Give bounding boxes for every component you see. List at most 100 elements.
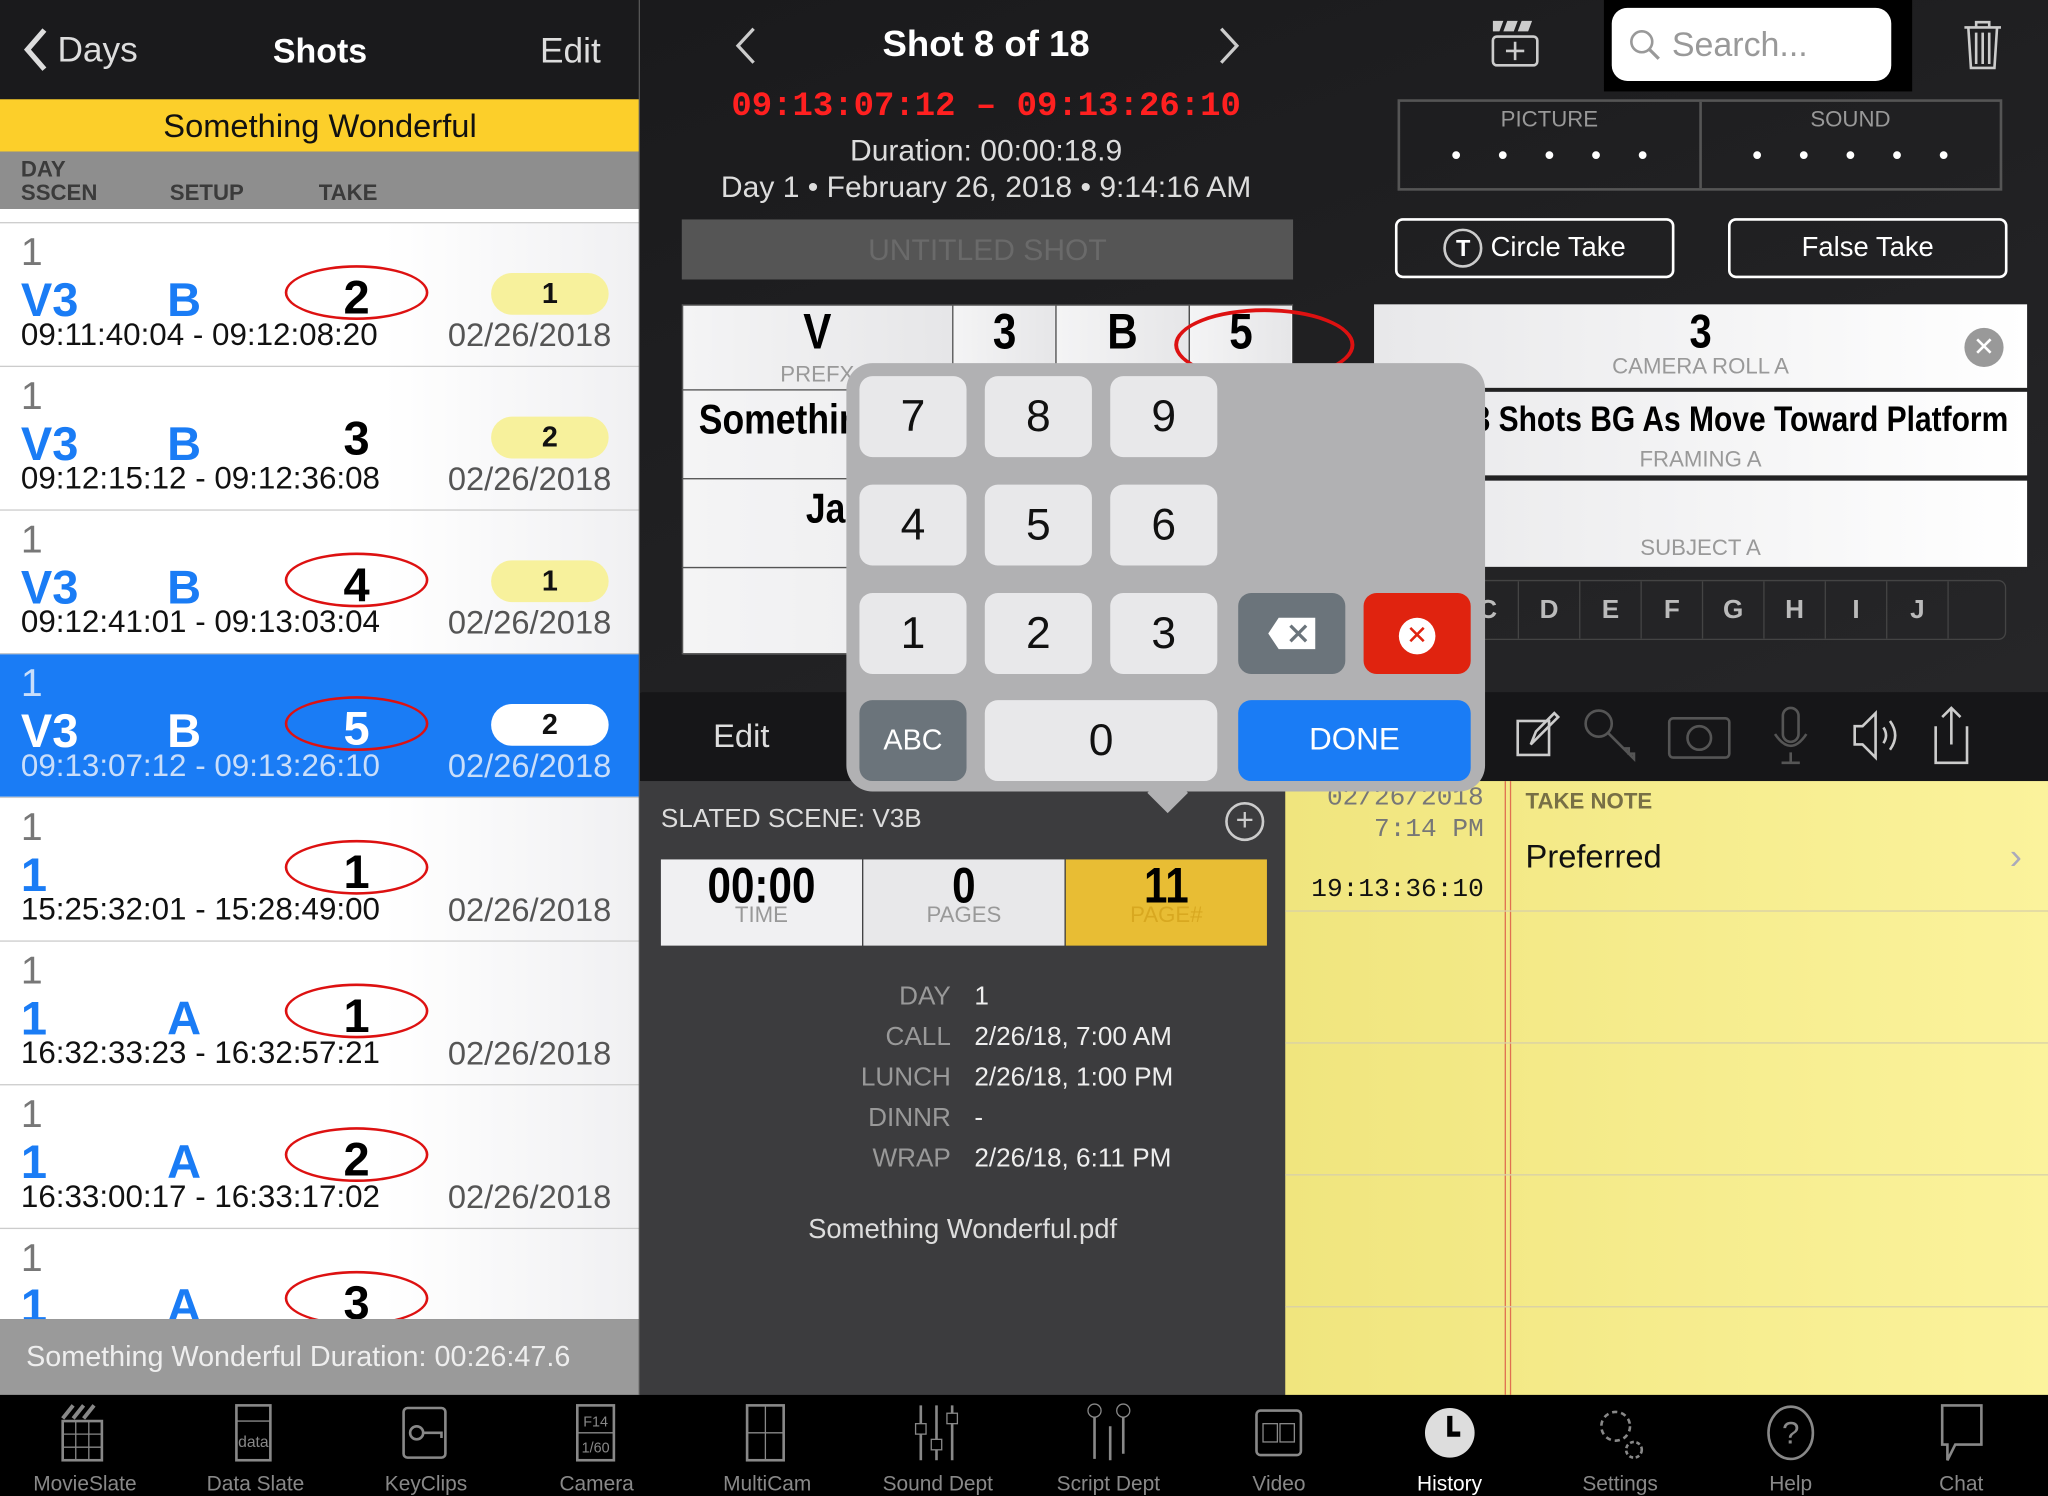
compose-icon[interactable] — [1515, 708, 1562, 760]
letter-key[interactable]: H — [1765, 581, 1826, 639]
shot-row[interactable]: 1 1 1 15:25:32:01 - 15:28:49:00 02/26/2018 — [0, 796, 640, 941]
key-9[interactable]: 9 — [1110, 376, 1218, 458]
shot-row[interactable]: 1 V3 B 5 09:13:07:12 - 09:13:26:10 02/26/2018… — [0, 653, 640, 797]
tab-label: KeyClips — [384, 1473, 468, 1496]
edit-notes-button[interactable]: Edit — [713, 718, 769, 756]
tab-label: Help — [1769, 1473, 1813, 1496]
add-icon[interactable]: + — [1225, 801, 1265, 842]
tab-keyclips[interactable]: KeyClips — [341, 1395, 511, 1496]
sound-rating[interactable]: SOUND ••••• — [1701, 102, 1999, 188]
microphone-icon[interactable] — [1771, 705, 1810, 765]
tab-help[interactable]: ? Help — [1706, 1395, 1876, 1496]
letter-key[interactable]: J — [1887, 581, 1949, 639]
circle-take-button[interactable]: T Circle Take — [1394, 218, 1675, 279]
key-0[interactable]: 0 — [984, 700, 1218, 782]
tab-video[interactable]: Video — [1194, 1395, 1364, 1496]
take-count-badge: 1 — [491, 272, 609, 315]
letter-key[interactable]: F — [1642, 581, 1704, 639]
tab-label: Sound Dept — [882, 1473, 993, 1496]
tab-label: MovieSlate — [33, 1473, 137, 1496]
key-icon[interactable] — [1580, 705, 1640, 765]
letter-key[interactable]: E — [1580, 581, 1642, 639]
shot-name-field[interactable]: UNTITLED SHOT — [681, 219, 1294, 280]
day-number: 1 — [20, 805, 43, 849]
key-7[interactable]: 7 — [859, 376, 967, 458]
duration: Duration: 00:00:18.9 — [849, 133, 1123, 168]
svg-text:1/60: 1/60 — [581, 1440, 609, 1456]
next-shot-icon[interactable] — [1217, 26, 1241, 65]
camera-icon[interactable] — [1667, 711, 1732, 761]
shot-row[interactable]: 1 V3 B 4 09:12:41:01 - 09:13:03:04 02/26/2018… — [0, 509, 640, 654]
note-label: TAKE NOTE — [1525, 788, 1653, 814]
script-file-link[interactable]: Something Wonderful.pdf — [640, 1215, 1285, 1246]
search-input[interactable]: Search... — [1611, 7, 1892, 81]
shot-row[interactable]: 1 V3 B 3 09:12:15:12 - 09:12:36:08 02/26/2018… — [0, 365, 640, 510]
tab-label: History — [1417, 1473, 1483, 1496]
tab-settings[interactable]: Settings — [1535, 1395, 1705, 1496]
shot-date: 02/26/2018 — [447, 604, 612, 642]
tab-history[interactable]: History — [1365, 1395, 1535, 1496]
share-icon[interactable] — [1930, 705, 1972, 765]
time-box[interactable]: 00:00 TIME — [660, 859, 863, 946]
take-number: 1 — [284, 983, 429, 1042]
tab-sound-dept[interactable]: Sound Dept — [853, 1395, 1023, 1496]
col-scene: SSCEN — [20, 180, 98, 206]
shot-row[interactable]: 1 1 A 2 16:33:00:17 - 16:33:17:02 02/26/2018 — [0, 1084, 640, 1228]
tab-label: Data Slate — [206, 1473, 305, 1496]
setup-label: A — [167, 1278, 202, 1320]
note-item[interactable]: Preferred › — [1526, 835, 2035, 891]
key-4[interactable]: 4 — [859, 484, 967, 566]
tab-data-slate[interactable]: data Data Slate — [171, 1395, 341, 1496]
shot-row[interactable]: 1 V3 B 2 09:11:40:04 - 09:12:08:20 02/26/2018… — [0, 222, 640, 366]
letter-key[interactable]: G — [1703, 581, 1765, 639]
day-number: 1 — [20, 949, 43, 993]
pages-box[interactable]: 0 PAGES — [863, 859, 1065, 946]
col-setup: SETUP — [169, 180, 244, 206]
take-number: 5 — [284, 696, 429, 755]
backspace-key[interactable] — [1238, 592, 1346, 674]
day-number: 1 — [20, 518, 43, 562]
done-key[interactable]: DONE — [1238, 700, 1471, 782]
tab-movieslate[interactable]: MovieSlate — [0, 1395, 170, 1496]
shot-date: 02/26/2018 — [447, 1035, 612, 1073]
key-1[interactable]: 1 — [859, 592, 967, 674]
production-banner: Something Wonderful — [0, 99, 640, 152]
letter-key[interactable]: D — [1519, 581, 1581, 639]
info-value: - — [974, 1103, 984, 1133]
abc-key[interactable]: ABC — [859, 700, 967, 782]
clear-icon[interactable]: ✕ — [1964, 327, 2004, 368]
tab-label: Chat — [1939, 1473, 1984, 1496]
picture-rating[interactable]: PICTURE ••••• — [1400, 101, 1702, 189]
chevron-right-icon: › — [2009, 835, 2022, 877]
shot-list[interactable]: 1 V3 B 2 09:11:40:04 - 09:12:08:20 02/26/2018… — [0, 208, 640, 1320]
tab-label: Settings — [1582, 1473, 1658, 1496]
help-icon: ? — [1706, 1395, 1876, 1471]
key-8[interactable]: 8 — [984, 376, 1092, 458]
tab-multicam[interactable]: MultiCam — [682, 1395, 852, 1496]
prev-shot-icon[interactable] — [734, 26, 758, 65]
edit-button[interactable]: Edit — [540, 31, 601, 71]
shot-row[interactable]: 11 A 3 — [0, 1227, 640, 1320]
day-number: 1 — [20, 1093, 43, 1137]
speaker-icon[interactable] — [1849, 708, 1904, 763]
add-shot-clapper-icon[interactable] — [1489, 18, 1541, 70]
key-3[interactable]: 3 — [1110, 592, 1218, 674]
tab-camera[interactable]: F14 1/60 Camera — [512, 1395, 682, 1496]
false-take-button[interactable]: False Take — [1727, 218, 2008, 279]
tab-script-dept[interactable]: Script Dept — [1023, 1395, 1193, 1496]
timecode-range: 09:13:07:12 - 09:13:26:10 — [20, 748, 380, 784]
trash-icon[interactable] — [1962, 18, 2004, 70]
key-2[interactable]: 2 — [984, 592, 1092, 674]
clear-key[interactable]: ✕ — [1363, 592, 1471, 674]
info-label: WRAP — [872, 1144, 951, 1173]
key-6[interactable]: 6 — [1110, 484, 1218, 566]
shot-row[interactable]: 1 1 A 1 16:32:33:23 - 16:32:57:21 02/26/2018 — [0, 940, 640, 1085]
timecode-range: 16:33:00:17 - 16:33:17:02 — [20, 1179, 380, 1215]
tab-chat[interactable]: Chat — [1876, 1395, 2046, 1496]
duration-footer: Something Wonderful Duration: 00:26:47.6 — [0, 1319, 640, 1395]
key-5[interactable]: 5 — [984, 484, 1092, 566]
scene-info-panel: SLATED SCENE: V3B + 00:00 TIME 0 PAGES 11 P… — [639, 781, 1286, 1395]
shots-header: Days Shots Edit — [0, 0, 640, 100]
page-number-box[interactable]: 11 PAGE# — [1065, 859, 1267, 946]
letter-key[interactable]: I — [1826, 581, 1888, 639]
